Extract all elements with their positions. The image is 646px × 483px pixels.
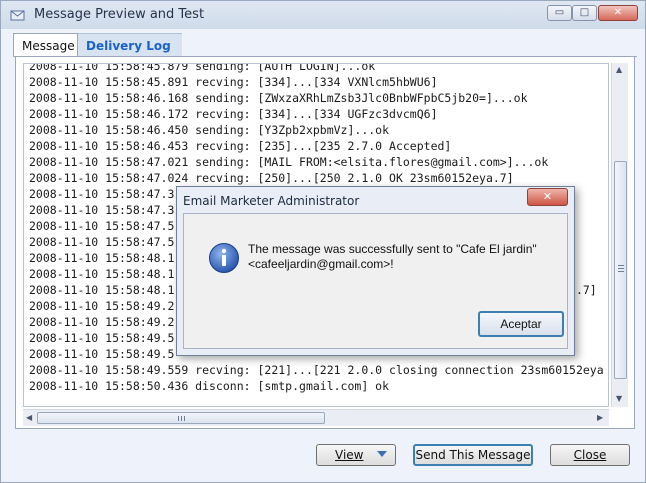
tab-delivery-log[interactable]: Delivery Log bbox=[78, 33, 182, 57]
log-line: 2008-11-10 15:58:49.559 recving: [221]..… bbox=[29, 363, 604, 377]
view-button[interactable]: View bbox=[316, 444, 396, 466]
dialog-title: Email Marketer Administrator bbox=[183, 194, 360, 208]
close-icon: ✕ bbox=[542, 190, 553, 203]
dialog-message-line: <cafeeljardin@gmail.com>! bbox=[248, 257, 394, 271]
minimize-icon: ▭ bbox=[554, 7, 565, 18]
log-line: 2008-11-10 15:58:46.453 recving: [235]..… bbox=[29, 139, 452, 153]
log-line: 2008-11-10 15:58:48.1 bbox=[29, 267, 175, 281]
accept-button-label: Aceptar bbox=[500, 317, 542, 331]
close-window-button[interactable]: ✕ bbox=[598, 5, 638, 21]
grip-line bbox=[184, 416, 185, 421]
envelope-icon bbox=[10, 10, 25, 21]
log-line: 2008-11-10 15:58:45.879 sending: [AUTH L… bbox=[29, 63, 376, 73]
close-button[interactable]: Close bbox=[550, 444, 630, 466]
log-line: 2008-11-10 15:58:49.2 bbox=[29, 315, 175, 329]
scroll-up-icon[interactable]: ▲ bbox=[616, 65, 622, 74]
dialog-message: The message was successfully sent to "Ca… bbox=[248, 242, 548, 272]
log-line: 2008-11-10 15:58:46.450 sending: [Y3Zpb2… bbox=[29, 123, 390, 137]
dialog-close-button[interactable]: ✕ bbox=[527, 188, 568, 206]
view-button-label: View bbox=[335, 448, 364, 462]
scroll-left-icon[interactable]: ◀ bbox=[26, 413, 32, 422]
close-icon: ✕ bbox=[613, 7, 623, 18]
grip-line bbox=[618, 271, 624, 272]
log-line: 2008-11-10 15:58:49.2 bbox=[29, 299, 175, 313]
log-line: 2008-11-10 15:58:47.5 bbox=[29, 235, 175, 249]
log-line: 2008-11-10 15:58:49.5 bbox=[29, 331, 175, 345]
window-title: Message Preview and Test bbox=[34, 7, 205, 22]
dialog-body: The message was successfully sent to "Ca… bbox=[183, 213, 568, 349]
accept-button[interactable]: Aceptar bbox=[478, 311, 564, 337]
close-button-label: Close bbox=[573, 448, 607, 462]
minimize-button[interactable]: ▭ bbox=[547, 5, 572, 21]
scroll-down-icon[interactable]: ▼ bbox=[616, 394, 622, 403]
grip-line bbox=[618, 265, 624, 266]
log-line: 2008-11-10 15:58:47.3 bbox=[29, 203, 175, 217]
grip-line bbox=[178, 416, 179, 421]
scroll-right-icon[interactable]: ▶ bbox=[597, 413, 603, 422]
log-line: 2008-11-10 15:58:47.3 bbox=[29, 187, 175, 201]
log-line: 2008-11-10 15:58:47.024 recving: [250]..… bbox=[29, 171, 514, 185]
horizontal-scrollbar[interactable]: ◀ ▶ bbox=[23, 409, 609, 426]
vertical-scroll-thumb[interactable] bbox=[614, 161, 627, 379]
success-dialog: Email Marketer Administrator ✕ The messa… bbox=[176, 186, 575, 356]
log-line: 2008-11-10 15:58:48.1 bbox=[29, 251, 175, 265]
log-line: 2008-11-10 15:58:46.168 sending: [ZWxzaX… bbox=[29, 91, 528, 105]
dialog-message-line: The message was successfully sent to "Ca… bbox=[248, 242, 537, 256]
send-message-button[interactable]: Send This Message bbox=[413, 444, 533, 466]
log-line: 2008-11-10 15:58:49.5 bbox=[29, 347, 175, 361]
info-icon bbox=[209, 243, 239, 273]
dropdown-arrow-icon bbox=[377, 451, 387, 457]
log-line: 2008-11-10 15:58:45.891 recving: [334]..… bbox=[29, 75, 438, 89]
log-line: 2008-11-10 15:58:47.021 sending: [MAIL F… bbox=[29, 155, 549, 169]
grip-line bbox=[618, 268, 624, 269]
horizontal-scroll-thumb[interactable] bbox=[37, 412, 325, 424]
log-line: 2008-11-10 15:58:47.5 bbox=[29, 219, 175, 233]
maximize-icon: □ bbox=[579, 7, 590, 18]
log-line: 2008-11-10 15:58:50.436 disconn: [smtp.g… bbox=[29, 379, 390, 393]
tab-message[interactable]: Message bbox=[13, 33, 78, 57]
send-button-label: Send This Message bbox=[415, 448, 531, 462]
maximize-button[interactable]: □ bbox=[572, 5, 597, 21]
vertical-scrollbar[interactable]: ▲ ▼ bbox=[611, 63, 628, 407]
title-bar[interactable]: Message Preview and Test ▭ □ ✕ bbox=[1, 1, 645, 29]
grip-line bbox=[181, 416, 182, 421]
log-line: 2008-11-10 15:58:46.172 recving: [334]..… bbox=[29, 107, 438, 121]
